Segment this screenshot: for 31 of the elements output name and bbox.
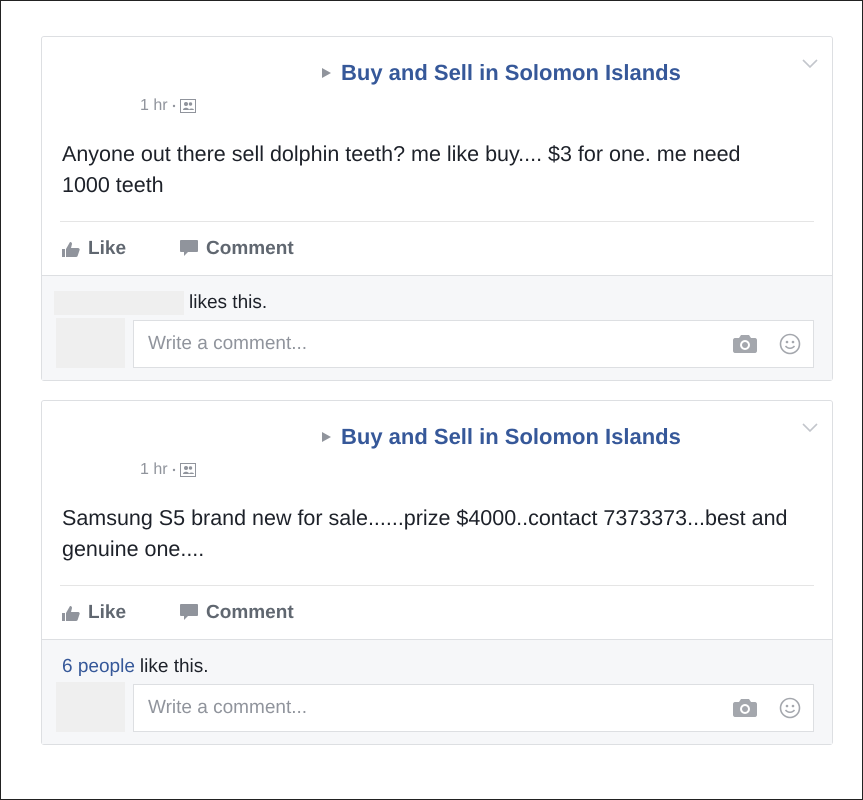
camera-icon[interactable] <box>733 335 757 353</box>
speech-bubble-icon <box>180 240 198 257</box>
post-text: Samsung S5 brand new for sale......prize $4000..contact 7373373...best and genuine one.... <box>61 505 788 563</box>
like-button[interactable]: Like <box>62 238 126 260</box>
thumbs-up-icon <box>62 240 80 256</box>
chevron-down-icon[interactable] <box>802 59 818 69</box>
comment-button[interactable]: Comment <box>180 238 294 260</box>
people-link[interactable]: 6 people <box>62 656 135 678</box>
comment-input[interactable]: Write a comment... <box>146 332 711 356</box>
speech-bubble-icon <box>180 604 198 621</box>
smiley-icon[interactable] <box>779 697 801 719</box>
audience-icon[interactable] <box>180 463 196 477</box>
comment-input[interactable]: Write a comment... <box>146 696 711 720</box>
likes-text: likes this. <box>189 292 268 314</box>
thumbs-up-icon <box>62 604 80 620</box>
post-text: Anyone out there sell dolphin teeth? me like buy.... $3 for one. me need 1000 teeth <box>61 141 742 199</box>
triangle-icon <box>322 68 331 78</box>
timestamp-link[interactable]: 1 hr <box>140 97 168 115</box>
likes-text: like this. <box>140 656 209 678</box>
like-button[interactable]: Like <box>62 602 126 624</box>
camera-icon[interactable] <box>733 699 757 717</box>
comment-button[interactable]: Comment <box>180 602 294 624</box>
comment-field[interactable]: Write a comment... <box>133 684 814 732</box>
chevron-down-icon[interactable] <box>802 423 818 433</box>
group-link[interactable]: Buy and Sell in Solomon Islands <box>341 424 681 450</box>
comment-field[interactable]: Write a comment... <box>133 320 814 368</box>
triangle-icon <box>322 432 331 442</box>
group-link[interactable]: Buy and Sell in Solomon Islands <box>341 60 681 86</box>
smiley-icon[interactable] <box>779 333 801 355</box>
timestamp-link[interactable]: 1 hr <box>140 461 168 479</box>
audience-icon[interactable] <box>180 99 196 113</box>
